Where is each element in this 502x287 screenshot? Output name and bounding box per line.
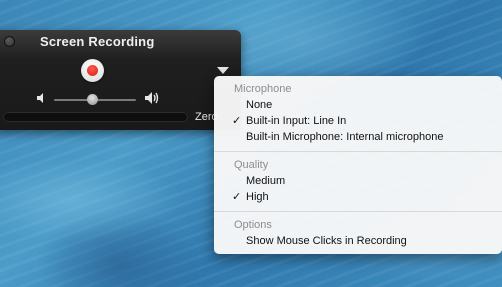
menu-item-microphone-none[interactable]: None [214, 97, 502, 113]
menu-header-options: Options [234, 219, 272, 231]
audio-level-meter [3, 112, 188, 122]
menu-header-microphone: Microphone [234, 83, 292, 95]
screen-recording-panel: Screen Recording Zero [0, 30, 241, 130]
checkmark-icon: ✓ [232, 191, 242, 203]
menu-separator [214, 211, 502, 212]
menu-item-quality-medium[interactable]: Medium [214, 173, 502, 189]
speaker-low-icon [37, 93, 43, 103]
options-dropdown-button[interactable] [217, 67, 229, 74]
panel-title: Screen Recording [40, 34, 155, 49]
menu-header-quality: Quality [234, 159, 269, 171]
menu-item-microphone-internal[interactable]: Built-in Microphone: Internal microphone [214, 129, 502, 145]
checkmark-icon: ✓ [232, 115, 242, 127]
menu-item-quality-high[interactable]: ✓ High [214, 189, 502, 205]
record-button[interactable] [81, 59, 104, 82]
menu-item-label: High [246, 191, 269, 203]
menu-item-show-mouse-clicks[interactable]: Show Mouse Clicks in Recording [214, 233, 502, 249]
record-icon [87, 65, 98, 76]
volume-slider-knob[interactable] [87, 94, 99, 105]
menu-separator [214, 151, 502, 152]
speaker-high-icon [145, 92, 159, 104]
menu-item-microphone-line-in[interactable]: ✓ Built-in Input: Line In [214, 113, 502, 129]
menu-item-label: Built-in Input: Line In [246, 115, 347, 127]
close-icon[interactable] [4, 36, 15, 47]
recording-options-menu: Microphone None ✓ Built-in Input: Line I… [214, 76, 502, 254]
